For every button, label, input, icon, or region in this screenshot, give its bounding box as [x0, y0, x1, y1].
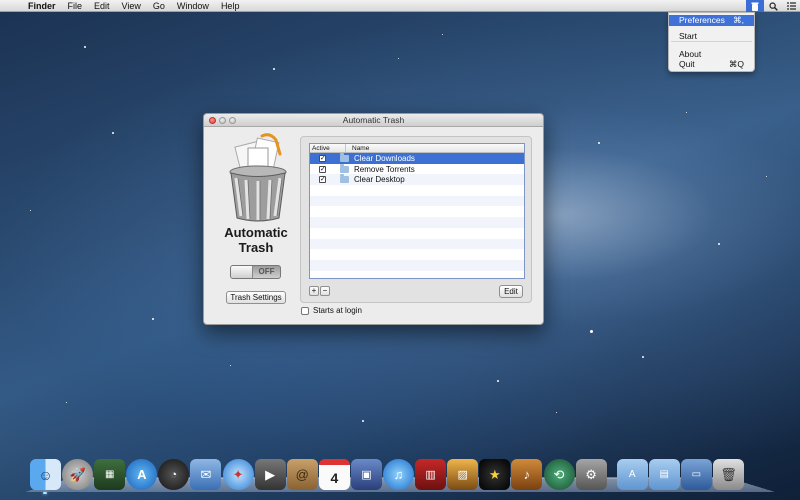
mission-control-icon[interactable]: ▦ [94, 459, 126, 490]
active-checkbox[interactable]: ✓ [319, 165, 326, 173]
app-name-line1: Automatic [224, 225, 288, 240]
rules-table[interactable]: Active Name ✓ Clear Downloads ✓ Remove T… [309, 143, 525, 279]
empty-row [310, 206, 524, 217]
starts-at-login-option[interactable]: Starts at login [301, 306, 362, 315]
itunes-icon[interactable]: ♫ [383, 459, 415, 490]
iphoto-icon[interactable]: ▨ [447, 459, 479, 490]
table-row[interactable]: ✓ Remove Torrents [310, 163, 524, 175]
menu-view[interactable]: View [116, 0, 147, 12]
automatic-trash-window: Automatic Trash Automatic Trash OFF Tras… [203, 113, 544, 325]
trash-settings-button[interactable]: Trash Settings [226, 291, 286, 304]
empty-row [310, 217, 524, 228]
empty-row [310, 238, 524, 250]
launchpad-icon[interactable]: 🚀 [62, 459, 94, 490]
empty-row [310, 271, 524, 278]
menu-item-shortcut: ⌘, [733, 15, 744, 25]
empty-row [310, 249, 524, 260]
starts-at-login-checkbox[interactable] [301, 306, 309, 315]
zoom-button[interactable] [229, 117, 236, 124]
toggle-knob[interactable] [231, 266, 253, 278]
app-name-line2: Trash [238, 240, 274, 255]
table-row[interactable]: ✓ Clear Downloads [310, 152, 524, 164]
rules-group-box: Active Name ✓ Clear Downloads ✓ Remove T… [300, 136, 532, 303]
folder-icon [340, 152, 349, 162]
menu-go[interactable]: Go [147, 0, 171, 12]
folder-icon [340, 174, 349, 184]
menu-app-finder[interactable]: Finder [22, 0, 62, 12]
status-menu: Preferences ⌘, Start About Quit ⌘Q [668, 12, 755, 72]
minimize-button[interactable] [219, 117, 226, 124]
empty-row [310, 259, 524, 271]
row-name: Remove Torrents [354, 164, 415, 174]
applications-folder-icon[interactable]: A [616, 459, 648, 490]
menu-separator [671, 41, 752, 42]
app-store-icon[interactable]: A [126, 459, 158, 490]
contacts-icon[interactable]: @ [286, 459, 318, 490]
active-checkbox[interactable]: ✓ [319, 176, 326, 184]
trash-icon[interactable]: 🗑 [712, 459, 744, 490]
row-name: Clear Desktop [354, 175, 405, 185]
menu-file[interactable]: File [62, 0, 89, 12]
system-preferences-icon[interactable]: ⚙ [575, 459, 607, 490]
menu-item-preferences[interactable]: Preferences ⌘, [669, 15, 754, 26]
finder-icon[interactable]: ☺ [30, 459, 61, 494]
starts-at-login-label: Starts at login [313, 306, 362, 315]
documents-folder-icon[interactable]: ▤ [648, 459, 680, 490]
app-name-heading: Automatic Trash [212, 225, 300, 255]
window-title: Automatic Trash [342, 115, 405, 125]
edit-rule-button[interactable]: Edit [499, 285, 523, 298]
active-checkbox[interactable]: ✓ [319, 154, 326, 162]
garageband-icon[interactable]: ♪ [511, 459, 543, 490]
calendar-icon[interactable]: 4 [318, 459, 350, 490]
menu-item-shortcut: ⌘Q [728, 59, 744, 69]
menu-item-label: Preferences [679, 15, 725, 25]
empty-row [310, 195, 524, 207]
mail-icon[interactable]: ✉ [190, 459, 222, 490]
facetime-icon[interactable]: ▶ [254, 459, 286, 490]
close-button[interactable] [209, 117, 216, 124]
safari-icon[interactable]: ✦ [222, 459, 254, 490]
menu-window[interactable]: Window [171, 0, 215, 12]
time-machine-icon[interactable]: ⟲ [543, 459, 575, 490]
photo-booth-icon[interactable]: ▣ [350, 459, 382, 490]
downloads-stack-icon[interactable]: ▭ [680, 459, 712, 490]
trash-can-icon [224, 132, 292, 224]
menu-item-quit[interactable]: Quit ⌘Q [669, 59, 754, 70]
table-header: Active Name [310, 144, 524, 153]
remove-rule-button[interactable]: − [320, 286, 330, 296]
dock: ☺ 🚀 ▦ A ◔ ✉ ✦ ▶ @ 4 ▣ ♫ ▥ ▨ ★ ♪ ⟲ ⚙ A ▤ … [30, 459, 745, 494]
on-off-toggle[interactable]: OFF [230, 265, 281, 279]
row-name: Clear Downloads [354, 153, 415, 163]
menu-edit[interactable]: Edit [88, 0, 116, 12]
photo-app-icon[interactable]: ▥ [415, 459, 447, 490]
spotlight-search-icon[interactable] [764, 0, 782, 12]
toggle-label: OFF [258, 267, 275, 276]
dashboard-icon[interactable]: ◔ [158, 459, 190, 490]
menu-bar: Finder File Edit View Go Window Help [0, 0, 800, 12]
empty-row [310, 185, 524, 196]
column-header-active[interactable]: Active [310, 144, 346, 152]
column-header-name[interactable]: Name [346, 144, 369, 152]
imovie-icon[interactable]: ★ [479, 459, 511, 490]
folder-icon [340, 163, 349, 173]
calendar-day: 4 [330, 469, 339, 486]
automatic-trash-icon[interactable] [746, 0, 764, 12]
add-rule-button[interactable]: + [309, 286, 319, 296]
empty-row [310, 228, 524, 239]
notification-center-icon[interactable] [782, 0, 800, 12]
menu-help[interactable]: Help [215, 0, 246, 12]
menu-item-label: Quit [679, 59, 695, 69]
window-titlebar[interactable]: Automatic Trash [204, 114, 543, 127]
table-row[interactable]: ✓ Clear Desktop [310, 174, 524, 186]
